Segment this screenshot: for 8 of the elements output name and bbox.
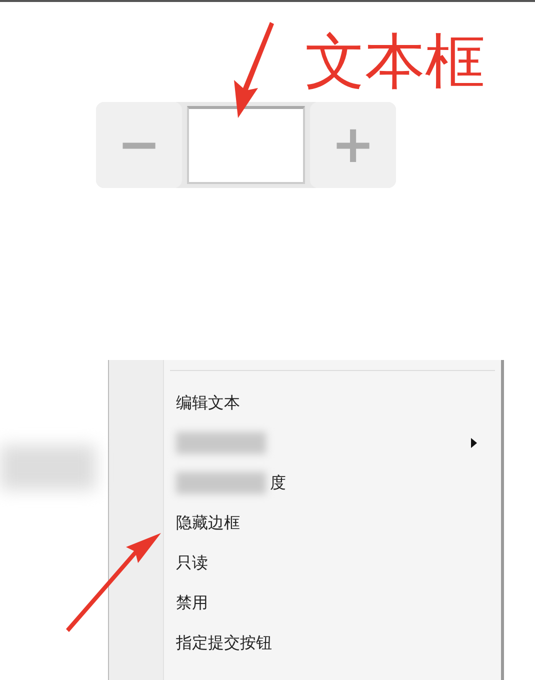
annotation-label: 文本框 — [305, 26, 485, 98]
menu-item[interactable]: 禁用 — [170, 583, 495, 623]
menu-item[interactable]: 编辑文本 — [170, 383, 495, 423]
menu-item[interactable]: 指定提交按钮 — [170, 623, 495, 663]
menu-item[interactable]: 只读 — [170, 543, 495, 583]
menu-item[interactable]: 隐藏边框 — [170, 503, 495, 543]
input-field[interactable] — [187, 106, 305, 184]
menu-item[interactable]: 度 — [170, 463, 495, 503]
